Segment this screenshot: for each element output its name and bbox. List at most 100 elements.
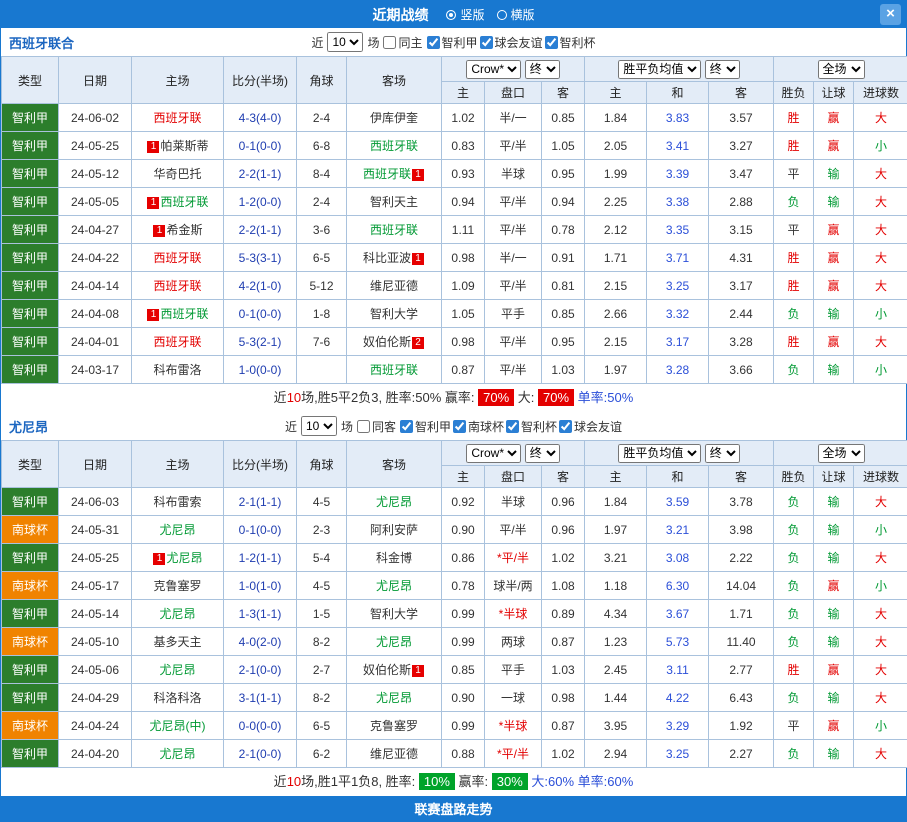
league-filter[interactable]: 智利甲 — [427, 34, 478, 51]
near-label: 近 — [311, 34, 323, 51]
radio-icon — [497, 10, 507, 20]
close-button[interactable]: × — [880, 4, 901, 25]
team-name: 尤尼昂 — [159, 663, 195, 677]
score-cell: 1-0(1-0) — [224, 572, 297, 600]
score-cell: 2-1(0-0) — [224, 740, 297, 768]
europe-away-odds-cell: 3.17 — [709, 272, 774, 300]
bookmaker-select[interactable]: Crow* — [466, 60, 521, 79]
match-date-cell: 24-04-01 — [59, 328, 132, 356]
corner-cell: 5-12 — [297, 272, 347, 300]
scope-select[interactable]: 全场 — [818, 444, 865, 463]
goals-result-cell: 大 — [854, 656, 907, 684]
league-filter-checkbox[interactable] — [559, 420, 572, 433]
europe-away-odds-cell: 3.98 — [709, 516, 774, 544]
league-filter-checkbox[interactable] — [545, 36, 558, 49]
europe-avg-select[interactable]: 胜平负均值 — [618, 444, 701, 463]
europe-away-odds-cell: 4.31 — [709, 244, 774, 272]
home-team-cell: 1帕莱斯蒂 — [132, 132, 224, 160]
bookmaker-select[interactable]: Crow* — [466, 444, 521, 463]
league-filter[interactable]: 智利甲 — [400, 418, 451, 435]
games-count-select[interactable]: 10 — [327, 32, 363, 52]
scope-select[interactable]: 全场 — [818, 60, 865, 79]
asia-away-odds-cell: 1.08 — [542, 572, 585, 600]
footer-bar[interactable]: 联赛盘路走势 — [1, 796, 906, 821]
match-date-cell: 24-05-12 — [59, 160, 132, 188]
europe-home-odds-cell: 1.71 — [585, 244, 647, 272]
team-name: 智利大学 — [370, 307, 418, 321]
league-filter[interactable]: 球会友谊 — [480, 34, 543, 51]
winloss-result-cell: 胜 — [774, 104, 814, 132]
col-goals-result: 进球数 — [854, 82, 907, 104]
same-venue-checkbox[interactable] — [357, 420, 370, 433]
score-cell: 1-0(0-0) — [224, 356, 297, 384]
games-count-select[interactable]: 10 — [301, 416, 337, 436]
league-filter[interactable]: 南球杯 — [453, 418, 504, 435]
same-venue-filter[interactable]: 同客 — [357, 418, 396, 435]
team-name: 尤尼昂 — [159, 747, 195, 761]
match-date-cell: 24-03-17 — [59, 356, 132, 384]
goals-result-cell: 小 — [854, 712, 907, 740]
corner-cell: 2-7 — [297, 656, 347, 684]
asia-final-select[interactable]: 终 — [525, 444, 560, 463]
europe-away-odds-cell: 2.27 — [709, 740, 774, 768]
asia-handicap-cell: *半球 — [485, 600, 542, 628]
team-name: 希金斯 — [166, 223, 202, 237]
europe-home-odds-cell: 1.44 — [585, 684, 647, 712]
match-date-cell: 24-05-14 — [59, 600, 132, 628]
team-name: 尤尼昂(中) — [150, 719, 206, 733]
europe-draw-odds-cell: 3.25 — [647, 740, 709, 768]
handicap-result-cell: 输 — [814, 628, 854, 656]
league-type-cell: 智利甲 — [2, 328, 59, 356]
col-away: 客场 — [347, 57, 442, 104]
match-date-cell: 24-04-27 — [59, 216, 132, 244]
asia-handicap-cell: 平/半 — [485, 132, 542, 160]
league-filter[interactable]: 智利杯 — [545, 34, 596, 51]
league-type-cell: 南球杯 — [2, 572, 59, 600]
away-team-cell: 智利大学 — [347, 600, 442, 628]
section-header: 西班牙联合 近 10 场 同主 智利甲球会友谊智利杯 — [1, 28, 906, 56]
league-filter-checkbox[interactable] — [480, 36, 493, 49]
europe-final-select[interactable]: 终 — [705, 444, 740, 463]
col-asia-away: 客 — [542, 466, 585, 488]
league-filter[interactable]: 球会友谊 — [559, 418, 622, 435]
summary-part: 70% — [538, 389, 574, 406]
handicap-result-cell: 赢 — [814, 656, 854, 684]
goals-result-cell: 小 — [854, 356, 907, 384]
league-filter-checkbox[interactable] — [400, 420, 413, 433]
europe-final-select[interactable]: 终 — [705, 60, 740, 79]
home-team-cell: 西班牙联 — [132, 244, 224, 272]
league-filter[interactable]: 智利杯 — [506, 418, 557, 435]
asia-odds-group-header: Crow* 终 — [442, 57, 585, 82]
winloss-result-cell: 平 — [774, 216, 814, 244]
score-cell: 4-2(1-0) — [224, 272, 297, 300]
col-asia-away: 客 — [542, 82, 585, 104]
handicap-result-cell: 输 — [814, 684, 854, 712]
asia-odds-group-header: Crow* 终 — [442, 441, 585, 466]
europe-draw-odds-cell: 3.11 — [647, 656, 709, 684]
asia-handicap-cell: 平/半 — [485, 356, 542, 384]
away-team-cell: 尤尼昂 — [347, 572, 442, 600]
match-date-cell: 24-05-17 — [59, 572, 132, 600]
layout-radio-option[interactable]: 横版 — [497, 6, 535, 23]
home-team-cell: 1西班牙联 — [132, 188, 224, 216]
away-team-cell: 奴伯伦斯2 — [347, 328, 442, 356]
away-team-cell: 科金博 — [347, 544, 442, 572]
team-name: 尤尼昂 — [166, 551, 202, 565]
same-venue-filter[interactable]: 同主 — [383, 34, 422, 51]
asia-final-select[interactable]: 终 — [525, 60, 560, 79]
winloss-result-cell: 负 — [774, 684, 814, 712]
europe-home-odds-cell: 3.21 — [585, 544, 647, 572]
league-filter-checkbox[interactable] — [506, 420, 519, 433]
winloss-result-cell: 负 — [774, 356, 814, 384]
summary-part: 大:60% 单率:60% — [528, 774, 634, 789]
score-cell: 2-1(0-0) — [224, 656, 297, 684]
europe-avg-select[interactable]: 胜平负均值 — [618, 60, 701, 79]
away-team-cell: 维尼亚德 — [347, 272, 442, 300]
same-venue-checkbox[interactable] — [383, 36, 396, 49]
layout-radio-selected[interactable]: 竖版 — [446, 6, 484, 23]
league-filter-checkbox[interactable] — [453, 420, 466, 433]
away-team-cell: 西班牙联 — [347, 132, 442, 160]
league-filter-checkbox[interactable] — [427, 36, 440, 49]
winloss-result-cell: 负 — [774, 488, 814, 516]
match-row: 智利甲24-05-06尤尼昂2-1(0-0)2-7奴伯伦斯10.85平手1.03… — [2, 656, 907, 684]
